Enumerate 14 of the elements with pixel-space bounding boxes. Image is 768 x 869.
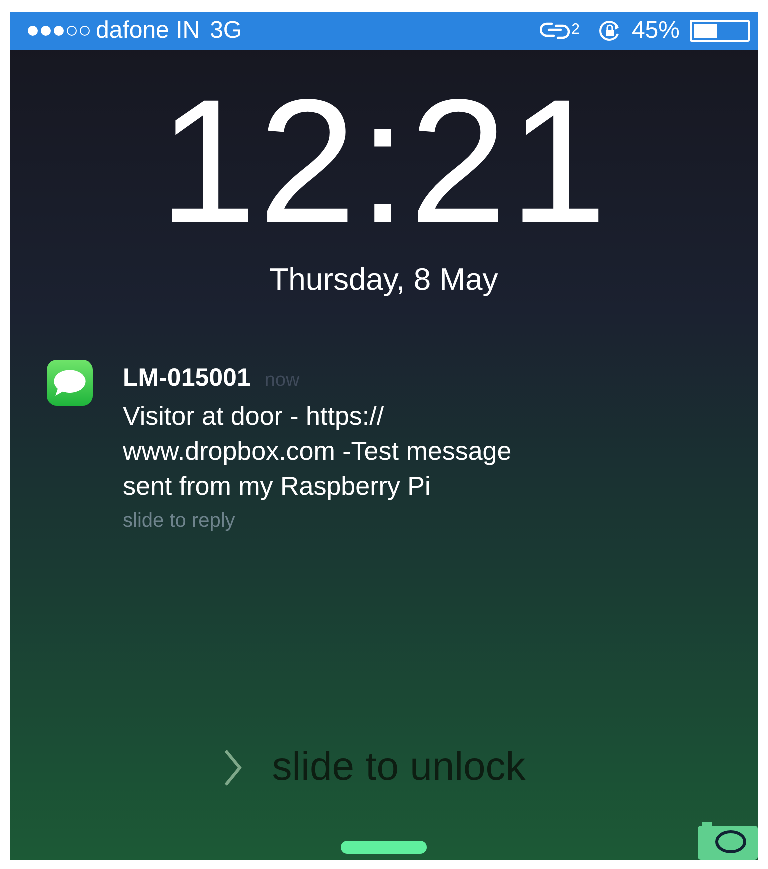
battery-percent: 45% [632, 17, 680, 45]
battery-icon [690, 20, 750, 42]
notification-message: Visitor at door - https:// www.dropbox.com -Test message sent from my Raspberry Pi [123, 400, 512, 503]
camera-icon[interactable] [698, 820, 758, 860]
clock-time: 12:21 [158, 74, 610, 250]
messages-app-icon [47, 360, 93, 406]
control-center-handle[interactable] [341, 841, 427, 854]
chevron-icon[interactable] [222, 748, 244, 788]
sender-name: LM-015001 [123, 364, 251, 393]
link-count: 2 [572, 21, 580, 38]
slide-to-reply-hint: slide to reply [123, 510, 236, 533]
clock-date: Thursday, 8 May [268, 262, 500, 298]
network-type: 3G [210, 17, 242, 45]
carrier-name: dafone IN [96, 17, 200, 45]
